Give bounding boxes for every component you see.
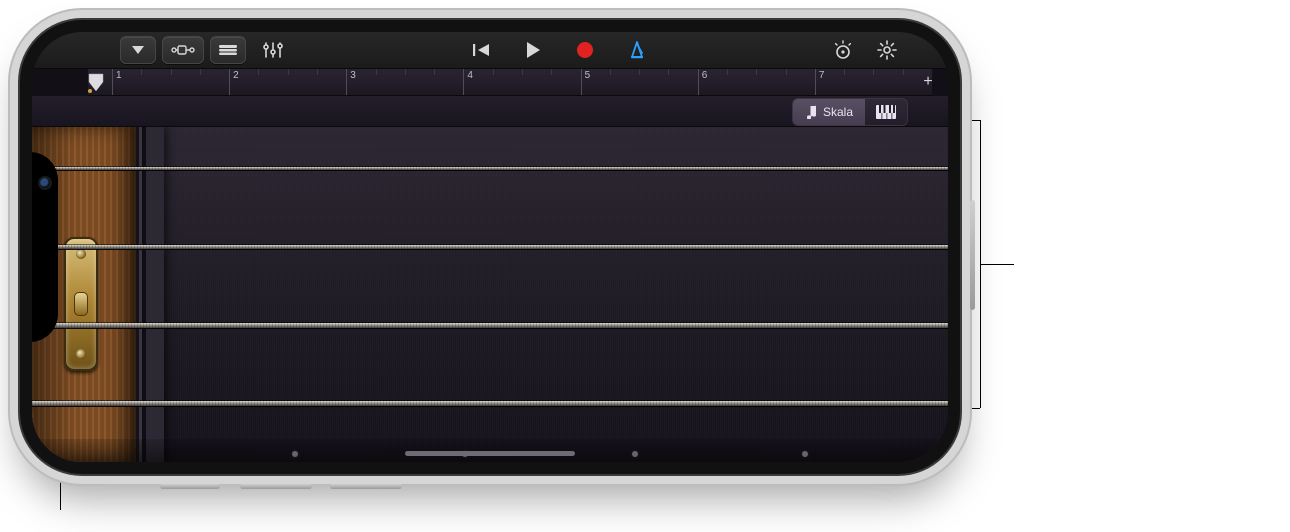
- ruler-bar: 7: [815, 69, 825, 95]
- ruler-tick: [903, 69, 904, 75]
- callout-leader-right: [980, 264, 1014, 265]
- instrument-mode-row: Skala: [32, 96, 948, 127]
- brass-tailpiece: [64, 237, 98, 371]
- ruler-tick: [727, 69, 728, 75]
- control-bar: [32, 32, 948, 69]
- instrument-string[interactable]: [32, 245, 948, 249]
- triangle-down-icon: [131, 45, 145, 55]
- browser-menu-button[interactable]: [120, 36, 156, 64]
- metronome-icon: [627, 40, 647, 60]
- ruler-tick: [200, 69, 201, 75]
- iphone-notch: [32, 152, 58, 342]
- toolbar-right-group: [828, 36, 902, 64]
- gear-icon: [876, 39, 898, 61]
- iphone-silent-switch: [160, 484, 220, 489]
- track-controls-button[interactable]: [258, 36, 288, 64]
- record-button[interactable]: [570, 36, 600, 64]
- go-to-start-button[interactable]: [466, 36, 496, 64]
- ruler-tick: [873, 69, 874, 75]
- ruler-bar: 5: [581, 69, 591, 95]
- ruler-tick: [551, 69, 552, 75]
- add-section-button[interactable]: +: [918, 72, 938, 92]
- scale-mode-label: Skala: [823, 105, 853, 119]
- view-dial-icon: [832, 39, 854, 61]
- ruler-bar: 3: [346, 69, 356, 95]
- fret-marker-dot: [292, 451, 298, 457]
- automation-icon: [218, 44, 238, 56]
- ruler-tick: [405, 69, 406, 75]
- ruler-tick: [668, 69, 669, 75]
- instrument-string[interactable]: [32, 401, 948, 406]
- metronome-button[interactable]: [622, 36, 652, 64]
- iphone-frame: + 1 2 3 4 5 6 7 Skala: [20, 20, 960, 474]
- cycle-marker-icon: [88, 89, 92, 93]
- fx-chain-icon: [170, 43, 196, 57]
- ruler-tick: [639, 69, 640, 75]
- keyboard-mode-button[interactable]: [865, 99, 907, 125]
- instrument-string[interactable]: [32, 167, 948, 170]
- ruler-tick: [522, 69, 523, 75]
- ruler-tick: [844, 69, 845, 75]
- rewind-icon: [471, 42, 491, 58]
- tracks-view-button[interactable]: [210, 36, 246, 64]
- play-button[interactable]: [518, 36, 548, 64]
- ruler-tick: [786, 69, 787, 75]
- keyboard-icon: [875, 104, 897, 120]
- view-settings-button[interactable]: [828, 36, 858, 64]
- ruler-bar: 2: [229, 69, 239, 95]
- fret-marker-dot: [802, 451, 808, 457]
- callout-bracket-bottom: [960, 408, 980, 409]
- scale-mode-button[interactable]: Skala: [793, 99, 865, 125]
- ruler-tick: [610, 69, 611, 75]
- touch-instrument-area[interactable]: [32, 127, 948, 462]
- ruler-tick: [171, 69, 172, 75]
- ruler-bar: 4: [463, 69, 473, 95]
- song-settings-button[interactable]: [872, 36, 902, 64]
- garageband-erhu-screenshot: + 1 2 3 4 5 6 7 Skala: [0, 0, 1290, 532]
- iphone-power-button: [970, 200, 975, 310]
- ruler-bar: 6: [698, 69, 708, 95]
- timeline-ruler[interactable]: + 1234567: [88, 69, 932, 96]
- ruler-tick: [756, 69, 757, 75]
- ruler-tick: [376, 69, 377, 75]
- music-note-icon: [805, 105, 817, 119]
- record-icon: [575, 40, 595, 60]
- callout-bracket-top: [960, 120, 980, 121]
- mixer-icon: [262, 41, 284, 59]
- ruler-tick: [317, 69, 318, 75]
- home-indicator: [405, 451, 575, 456]
- fx-button[interactable]: [162, 36, 204, 64]
- fret-nut: [136, 127, 164, 462]
- play-mode-segmented-control: Skala: [792, 98, 908, 126]
- ruler-tick: [141, 69, 142, 75]
- app-screen: + 1 2 3 4 5 6 7 Skala: [32, 32, 948, 462]
- instrument-string[interactable]: [32, 323, 948, 328]
- ruler-tick: [258, 69, 259, 75]
- ruler-bar: 1: [112, 69, 122, 95]
- ruler-tick: [288, 69, 289, 75]
- camera-icon: [40, 178, 50, 188]
- iphone-volume-up: [240, 484, 312, 489]
- toolbar-left-group: [120, 36, 290, 64]
- fret-marker-dot: [632, 451, 638, 457]
- play-icon: [525, 41, 541, 59]
- ruler-tick: [493, 69, 494, 75]
- iphone-volume-down: [330, 484, 402, 489]
- transport-controls: [290, 36, 828, 64]
- ruler-tick: [434, 69, 435, 75]
